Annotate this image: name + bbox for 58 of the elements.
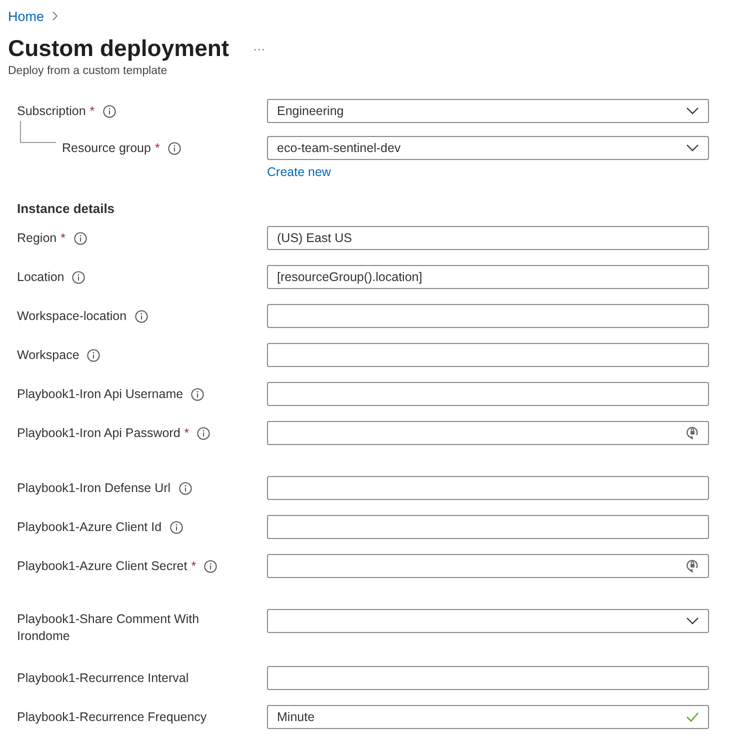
field-label: Workspace <box>17 346 80 364</box>
info-icon[interactable] <box>168 142 181 154</box>
chevron-down-icon <box>686 144 699 152</box>
create-new-link[interactable]: Create new <box>267 165 709 179</box>
info-icon[interactable] <box>191 388 204 400</box>
field-label: Playbook1-Recurrence Frequency <box>17 708 207 726</box>
info-icon[interactable] <box>87 348 100 362</box>
breadcrumb-link[interactable]: Home <box>8 8 44 24</box>
field-label: Playbook1-Azure Client Id <box>17 518 162 536</box>
tree-connector <box>20 121 56 143</box>
chevron-down-icon <box>686 617 699 625</box>
required-marker: * <box>184 426 190 440</box>
password-field[interactable] <box>267 421 709 445</box>
input-field[interactable]: Minute <box>267 705 709 729</box>
info-icon[interactable] <box>102 104 116 118</box>
required-marker: * <box>60 231 66 245</box>
input-field[interactable]: (US) East US <box>267 226 709 250</box>
more-options-button[interactable]: ··· <box>253 42 266 56</box>
input-field[interactable] <box>267 343 709 367</box>
checkmark-icon <box>686 712 699 722</box>
field-label: Playbook1-Iron Api Password <box>17 424 180 442</box>
password-field[interactable] <box>267 554 709 578</box>
section-heading: Instance details <box>17 201 116 216</box>
input-field[interactable] <box>267 666 709 690</box>
info-icon[interactable] <box>204 560 218 572</box>
input-field[interactable] <box>267 382 709 406</box>
field-label: Subscription <box>17 102 86 120</box>
dropdown[interactable]: Engineering <box>267 99 709 123</box>
required-marker: * <box>191 559 196 573</box>
field-label: Workspace-location <box>17 308 127 324</box>
input-field[interactable] <box>267 515 709 539</box>
info-icon[interactable] <box>74 232 86 244</box>
info-icon[interactable] <box>178 482 192 494</box>
required-marker: * <box>154 141 160 155</box>
required-marker: * <box>90 104 95 118</box>
dropdown[interactable]: eco-team-sentinel-dev <box>267 136 709 160</box>
lock-icon <box>686 559 699 573</box>
field-label: Resource group <box>62 140 151 156</box>
chevron-right-icon <box>52 11 58 21</box>
field-label: Playbook1-Iron Defense Url <box>17 480 171 496</box>
chevron-down-icon <box>686 107 699 115</box>
field-label: Playbook1-Azure Client Secret <box>17 558 188 574</box>
dropdown[interactable] <box>267 609 709 633</box>
field-label: Region <box>17 230 57 246</box>
field-label: Playbook1-Iron Api Username <box>17 386 184 402</box>
info-icon[interactable] <box>72 270 86 284</box>
page-subtitle: Deploy from a custom template <box>8 65 168 77</box>
field-label: Location <box>17 268 64 286</box>
lock-icon <box>686 426 699 440</box>
page-title: Custom deployment <box>8 35 230 62</box>
info-icon[interactable] <box>170 520 183 534</box>
field-label: Playbook1-Share Comment With Irondome <box>17 611 200 645</box>
input-field[interactable] <box>267 476 709 500</box>
input-field[interactable]: [resourceGroup().location] <box>267 265 709 289</box>
info-icon[interactable] <box>134 310 148 322</box>
field-label: Playbook1-Recurrence Interval <box>17 670 189 686</box>
input-field[interactable] <box>267 304 709 328</box>
info-icon[interactable] <box>197 426 210 440</box>
